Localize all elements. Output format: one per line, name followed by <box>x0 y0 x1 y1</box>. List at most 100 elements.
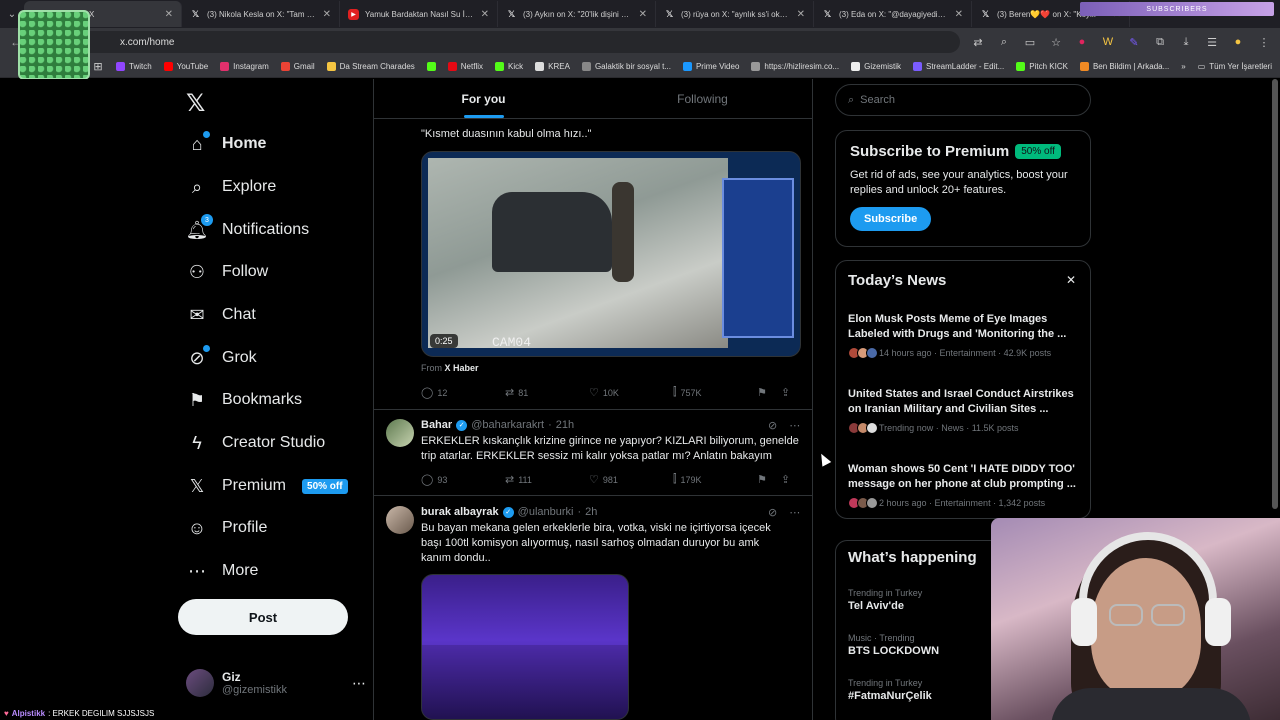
bookmark-item[interactable]: Gmail <box>280 62 315 71</box>
nav-grok[interactable]: ⊘ Grok <box>186 343 257 373</box>
bookmark-item[interactable]: Twitch <box>116 62 152 71</box>
author-handle[interactable]: @baharkarakrt <box>471 419 544 431</box>
author-name[interactable]: burak albayrak <box>421 506 499 518</box>
nav-bookmarks[interactable]: ⚑ Bookmarks <box>186 385 302 415</box>
subscribe-button[interactable]: Subscribe <box>850 207 932 231</box>
bookmark-item[interactable]: Instagram <box>220 62 269 71</box>
trend-item[interactable]: Music · Trending BTS LOCKDOWN <box>848 633 939 657</box>
bookmark-item[interactable]: Ben Bildim | Arkada... <box>1079 62 1169 71</box>
bookmark-item[interactable] <box>426 62 436 71</box>
browser-tab[interactable]: 𝕏 (3) rüya on X: "aynlık ss'i okum ✕ <box>656 1 814 27</box>
apps-grid-icon[interactable]: ⊞ <box>92 59 104 75</box>
like-button[interactable]: ♡ 10K <box>589 386 673 399</box>
tab-following[interactable]: Following <box>593 79 812 118</box>
more-icon[interactable]: ⋯ <box>352 675 366 692</box>
trend-item[interactable]: Trending in Turkey #FatmaNurÇelik <box>848 678 932 702</box>
avatar[interactable] <box>386 506 414 534</box>
repost-button[interactable]: ⇄ 111 <box>505 473 589 486</box>
bookmark-icon[interactable]: ⚑ <box>757 473 767 486</box>
extension-icon[interactable]: ✎ <box>1126 34 1142 50</box>
close-tab-icon[interactable]: ✕ <box>955 9 963 20</box>
nav-explore[interactable]: ⌕ Explore <box>186 172 276 202</box>
bookmark-item[interactable]: https://hizliresim.co... <box>751 62 839 71</box>
views-button[interactable]: ⫿ 179K <box>673 473 757 486</box>
repost-button[interactable]: ⇄ 81 <box>505 386 589 399</box>
tab-for-you[interactable]: For you <box>374 79 593 118</box>
grok-icon[interactable]: ⊘ <box>768 419 777 432</box>
star-icon[interactable]: ☆ <box>1048 34 1064 50</box>
close-tab-icon[interactable]: ✕ <box>481 9 489 20</box>
bookmark-item[interactable]: Pitch KICK <box>1016 62 1068 71</box>
more-icon[interactable]: ⋯ <box>789 419 800 432</box>
tweet-video[interactable]: 0:25 CAM04 <box>421 151 801 357</box>
bookmark-item[interactable]: KREA <box>535 62 570 71</box>
close-tab-icon[interactable]: ✕ <box>639 9 647 20</box>
url-field[interactable]: x.com/home <box>34 31 960 53</box>
bookmark-item[interactable]: StreamLadder - Edit... <box>912 62 1004 71</box>
nav-chat[interactable]: ✉ Chat <box>186 300 255 330</box>
more-icon[interactable]: ⋯ <box>789 506 800 519</box>
browser-tab[interactable]: ▶ Yamuk Bardaktan Nasıl Su İçilir ✕ <box>340 1 498 27</box>
author-handle[interactable]: @ulanburki <box>518 506 574 518</box>
nav-follow[interactable]: ⚇ Follow <box>186 257 268 287</box>
news-item[interactable]: Woman shows 50 Cent 'I HATE DIDDY TOO' m… <box>848 462 1080 509</box>
account-switcher[interactable]: Giz @gizemistikk ⋯ <box>186 669 366 697</box>
share-icon[interactable]: ⇪ <box>781 473 790 486</box>
source-link[interactable]: X Haber <box>445 363 479 373</box>
tweet-time[interactable]: 2h <box>585 506 597 518</box>
reply-button[interactable]: ◯ 93 <box>421 473 505 486</box>
heart-icon: ♡ <box>589 387 599 399</box>
nav-notifications[interactable]: 🔔︎ 3 Notifications <box>186 214 309 245</box>
browser-tab[interactable]: 𝕏 (3) Aykın on X: "20'lik dişini aldı ✕ <box>498 1 656 27</box>
all-bookmarks-folder[interactable]: ▭ Tüm Yer İşaretleri <box>1198 62 1272 71</box>
nav-creator-studio[interactable]: ϟ Creator Studio <box>186 428 325 458</box>
reply-button[interactable]: ◯ 12 <box>421 386 505 399</box>
bookmark-item[interactable]: Kick <box>495 62 523 71</box>
bookmark-icon[interactable]: ⚑ <box>757 386 767 399</box>
reading-list-icon[interactable]: ☰ <box>1204 34 1220 50</box>
bookmark-item[interactable]: Gizemistik <box>851 62 901 71</box>
profile-avatar-icon[interactable]: ● <box>1230 34 1246 50</box>
bookmark-item[interactable]: Galaktik bir sosyal t... <box>581 62 671 71</box>
nav-premium[interactable]: 𝕏 Premium 50% off <box>186 471 348 501</box>
like-button[interactable]: ♡ 981 <box>589 473 673 486</box>
tweet-time[interactable]: 21h <box>556 419 574 431</box>
bookmark-item[interactable]: Prime Video <box>682 62 739 71</box>
close-tab-icon[interactable]: ✕ <box>165 9 173 20</box>
extension-icon[interactable]: W <box>1100 34 1116 50</box>
bookmark-item[interactable]: Netflix <box>447 62 483 71</box>
tweet-video[interactable] <box>421 574 629 720</box>
post-button[interactable]: Post <box>178 599 348 635</box>
x-logo-icon[interactable]: 𝕏 <box>186 89 205 118</box>
bookmark-item[interactable]: Da Stream Charades <box>326 62 415 71</box>
browser-tab[interactable]: 𝕏 (3) Eda on X: "@dayagiyedin Se ✕ <box>814 1 972 27</box>
nav-more[interactable]: ⋯ More <box>186 556 258 586</box>
close-icon[interactable]: ✕ <box>1066 273 1076 287</box>
translate-icon[interactable]: ⇄ <box>970 34 986 50</box>
browser-tab[interactable]: 𝕏 (3) Nikola Kesla on X: "Tam ben ✕ <box>182 1 340 27</box>
close-tab-icon[interactable]: ✕ <box>323 9 331 20</box>
chevron-right-icon[interactable]: » <box>1181 62 1185 71</box>
news-item[interactable]: Elon Musk Posts Meme of Eye Images Label… <box>848 312 1080 359</box>
author-name[interactable]: Bahar <box>421 419 452 431</box>
views-button[interactable]: ⫿ 757K <box>673 386 757 399</box>
avatar[interactable] <box>386 419 414 447</box>
x-favicon-icon: 𝕏 <box>665 8 674 19</box>
extension-icon[interactable]: ● <box>1074 34 1090 50</box>
close-tab-icon[interactable]: ✕ <box>797 9 805 20</box>
page-scrollbar[interactable] <box>1272 79 1278 509</box>
share-icon[interactable]: ⇪ <box>781 386 790 399</box>
search-input[interactable]: ⌕ Search <box>835 84 1091 116</box>
trend-item[interactable]: Trending in Turkey Tel Aviv'de <box>848 588 922 612</box>
news-item[interactable]: United States and Israel Conduct Airstri… <box>848 387 1080 434</box>
divider <box>374 409 812 410</box>
browser-menu-icon[interactable]: ⋮ <box>1256 34 1272 50</box>
puzzle-icon[interactable]: ⧉ <box>1152 34 1168 50</box>
grok-icon[interactable]: ⊘ <box>768 506 777 519</box>
zoom-icon[interactable]: ⌕ <box>996 34 1012 50</box>
bookmark-item[interactable]: YouTube <box>163 62 208 71</box>
nav-profile[interactable]: ☺ Profile <box>186 513 268 543</box>
cast-icon[interactable]: ▭ <box>1022 34 1038 50</box>
download-icon[interactable]: ⤓ <box>1178 34 1194 50</box>
nav-home[interactable]: ⌂ Home <box>186 129 266 159</box>
